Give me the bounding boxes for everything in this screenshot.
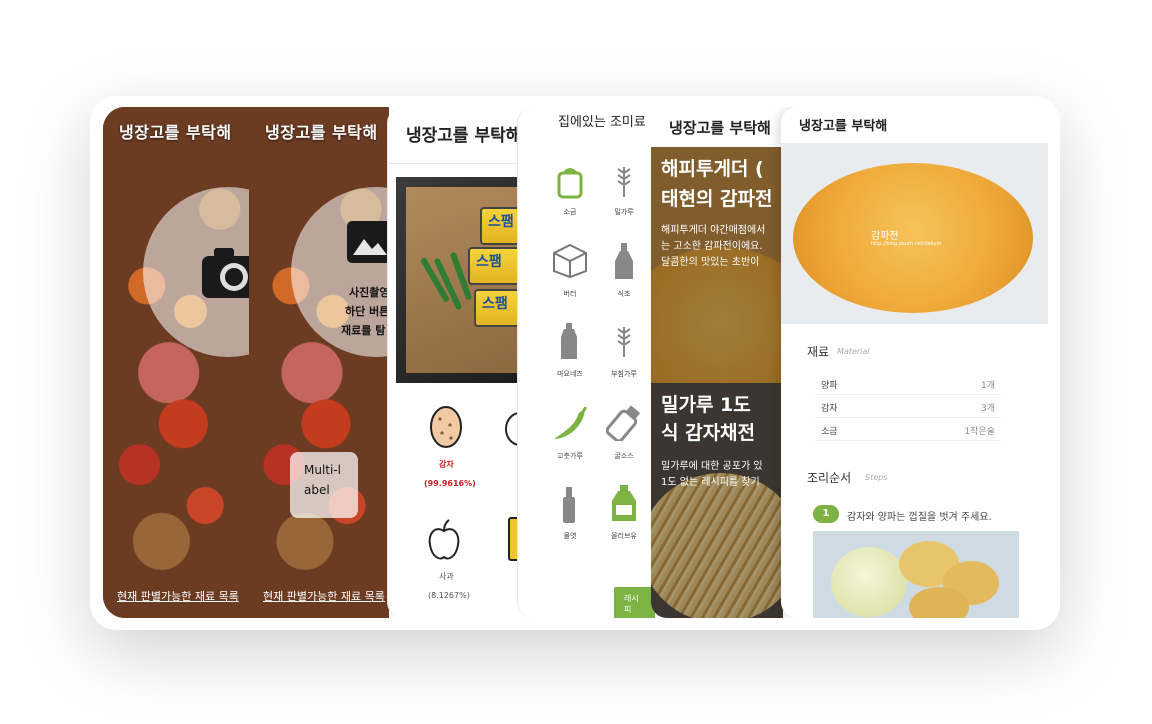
photo-source: http://blog.daum.net/dellym bbox=[871, 241, 942, 247]
recipe-desc-line: 밀가루에 대한 공포가 있 bbox=[661, 461, 763, 472]
ingredients-heading: 재료 bbox=[807, 345, 830, 359]
recipe-list-screen: 냉장고를 부탁해 해피투게더 ( 태현의 감파전 해피투게더 야간매점에서 는 … bbox=[651, 107, 785, 618]
ingredient-list-link[interactable]: 현재 판별가능한 재료 목록 bbox=[117, 588, 239, 604]
recipe-list-title: 냉장고를 부탁해 bbox=[669, 119, 771, 137]
recipe-detail-screen: 냉장고를 부탁해 감파전 http://blog.daum.net/dellym… bbox=[781, 107, 1048, 618]
recipe-desc-line: 달콤한의 맛있는 초반이 bbox=[661, 257, 760, 268]
guide-text-line-1: 사진촬영 bbox=[349, 286, 389, 299]
seasoning-label: 소금 bbox=[563, 208, 577, 216]
chili-icon[interactable] bbox=[550, 406, 590, 443]
image-icon[interactable] bbox=[347, 221, 389, 263]
steps-subheading: Steps bbox=[865, 473, 888, 482]
ingredient-list-link[interactable]: 현재 판별가능한 재료 목록 bbox=[263, 588, 385, 604]
mayo-icon[interactable] bbox=[560, 323, 578, 359]
seasoning-label: 굴소스 bbox=[614, 452, 634, 460]
ingredient-row: 소금 1작은술 bbox=[815, 418, 1001, 441]
onion-photo bbox=[831, 547, 907, 617]
spam-can: 스팸 bbox=[474, 289, 519, 327]
potato-icon bbox=[426, 405, 466, 449]
result-name: 사과 bbox=[439, 572, 454, 581]
food-background-image bbox=[103, 107, 249, 618]
seasoning-screen-title: 집에있는 조미료 bbox=[558, 115, 646, 130]
showcase-stage: 냉장고를 부탁해 현재 판별가능한 재료 목록 냉장고를 부탁해 사진촬영 하단… bbox=[0, 0, 1152, 724]
step-photo bbox=[813, 531, 1019, 618]
salt-icon[interactable] bbox=[556, 163, 584, 199]
potato-pancake-photo bbox=[793, 163, 1033, 313]
recipe-title-line: 태현의 감파전 bbox=[661, 188, 773, 210]
steps-heading: 조리순서 bbox=[807, 471, 852, 485]
step-text: 감자와 양파는 껍질을 벗겨 주세요. bbox=[847, 512, 992, 523]
uploaded-photo: 스팸 스팸 스팸 bbox=[396, 177, 519, 383]
ingredient-row: 감자 3개 bbox=[815, 395, 1001, 418]
result-name: 감자 bbox=[439, 460, 454, 469]
recipe-search-button[interactable]: 레시피 bbox=[614, 587, 655, 618]
seasoning-label: 버터 bbox=[563, 290, 577, 298]
screens-deck: 냉장고를 부탁해 현재 판별가능한 재료 목록 냉장고를 부탁해 사진촬영 하단… bbox=[103, 107, 1048, 618]
recipe-title-line: 밀가루 1도 bbox=[661, 394, 751, 416]
camera-screen-title: 냉장고를 부탁해 bbox=[119, 123, 232, 142]
gallery-screen: 냉장고를 부탁해 사진촬영 하단 버튼 재료를 탐 Multi-label 현재… bbox=[249, 107, 389, 618]
recipe-desc-line: 는 고소한 감파전이에요. bbox=[661, 241, 763, 252]
oil-icon[interactable] bbox=[610, 485, 638, 523]
seasoning-label: 식초 bbox=[617, 290, 631, 298]
food-background-image bbox=[249, 107, 389, 618]
gallery-screen-title: 냉장고를 부탁해 bbox=[265, 123, 378, 142]
seasoning-label: 올리브유 bbox=[611, 532, 637, 540]
sauce-icon[interactable] bbox=[605, 405, 642, 443]
guide-text-line-2: 하단 버튼 bbox=[345, 305, 389, 318]
seasoning-label: 마요네즈 bbox=[557, 370, 583, 378]
camera-screen: 냉장고를 부탁해 현재 판별가능한 재료 목록 bbox=[103, 107, 249, 618]
spam-can: 스팸 bbox=[468, 247, 519, 285]
seasoning-label: 물엿 bbox=[563, 532, 577, 540]
recipe-card[interactable]: 밀가루 1도 식 감자채전 밀가루에 대한 공포가 있 1도 없는 레시피를 찾… bbox=[651, 383, 783, 618]
recipe-card[interactable]: 해피투게더 ( 태현의 감파전 해피투게더 야간매점에서 는 고소한 감파전이에… bbox=[651, 147, 783, 383]
butter-icon[interactable] bbox=[552, 243, 588, 279]
wheat-icon[interactable] bbox=[612, 163, 636, 199]
ingredients-subheading: Material bbox=[837, 347, 870, 356]
recipe-title-line: 식 감자채전 bbox=[661, 422, 756, 444]
header-divider bbox=[388, 163, 519, 164]
multi-label-badge[interactable]: Multi-label bbox=[290, 452, 358, 518]
result-score: (8.1267%) bbox=[428, 591, 470, 600]
result-screen-title: 냉장고를 부탁해 bbox=[406, 126, 519, 146]
seasoning-label: 부침가루 bbox=[611, 370, 637, 378]
seasoning-label: 고춧가루 bbox=[557, 452, 583, 460]
recipe-title-line: 해피투게더 ( bbox=[661, 158, 764, 180]
recipe-desc-line: 해피투게더 야간매점에서 bbox=[661, 225, 766, 236]
syrup-icon[interactable] bbox=[562, 487, 576, 523]
seasoning-screen: 집에있는 조미료 소금 밀가루 버터 식초 마요네즈 부침가루 고춧가루 굴소스… bbox=[517, 107, 655, 618]
flour-icon[interactable] bbox=[612, 323, 636, 359]
recipe-desc-line: 1도 없는 레시피를 찾기 bbox=[661, 477, 760, 488]
vinegar-icon[interactable] bbox=[614, 243, 634, 279]
seasoning-label: 밀가루 bbox=[614, 208, 634, 216]
result-screen: 냉장고를 부탁해 스팸 스팸 스팸 감자 (99.9616%) 사과 (8.12… bbox=[387, 107, 519, 618]
photo-caption: 감파전 bbox=[871, 231, 899, 242]
apple-icon bbox=[426, 519, 462, 563]
recipe-photo: 감파전 http://blog.daum.net/dellym bbox=[781, 143, 1048, 324]
camera-icon[interactable] bbox=[200, 242, 249, 302]
guide-text-line-3: 재료를 탐 bbox=[341, 324, 386, 337]
result-score: (99.9616%) bbox=[424, 479, 476, 488]
recipe-detail-title: 냉장고를 부탁해 bbox=[799, 119, 888, 134]
step-number-badge: 1 bbox=[813, 505, 839, 523]
ingredient-row: 양파 1개 bbox=[815, 372, 1001, 395]
spam-can: 스팸 bbox=[480, 207, 519, 245]
